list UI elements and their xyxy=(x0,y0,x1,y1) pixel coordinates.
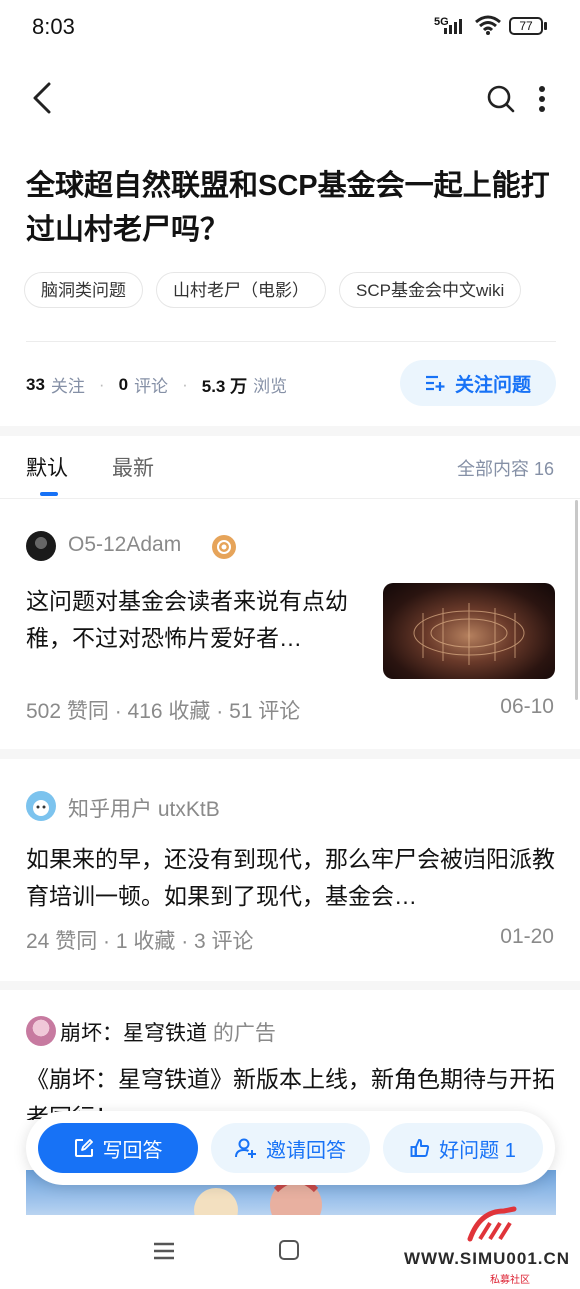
views-label: 浏览 xyxy=(253,377,288,396)
question-title: 全球超自然联盟和SCP基金会一起上能打过山村老尸吗？ xyxy=(26,170,550,246)
answer-meta: 24 赞同 · 1 收藏 · 3 评论 xyxy=(26,930,254,953)
avatar[interactable] xyxy=(26,791,56,821)
battery-icon: 77 xyxy=(509,17,543,35)
status-time: 8:03 xyxy=(32,14,75,39)
avatar[interactable] xyxy=(26,531,56,561)
watermark-sub: 私募社区 xyxy=(490,1275,530,1286)
answer-card[interactable]: 知乎用户 utxKtB 如果来的早，还没有到现代，那么牢尸会被岿阳派教育培训一顿… xyxy=(0,759,580,981)
ad-suffix: 的广告 xyxy=(212,1022,276,1045)
wifi-icon xyxy=(475,15,501,35)
scrollbar[interactable] xyxy=(575,500,578,700)
question-stats: 33 关注 · 0 评论 · 5.3 万 浏览 xyxy=(26,372,287,397)
search-button[interactable] xyxy=(484,82,518,116)
views-count: 5.3 万 xyxy=(201,377,248,396)
advertiser-avatar xyxy=(26,1016,56,1046)
badge-icon xyxy=(212,535,236,559)
action-bar: 写回答 邀请回答 好问题 1 xyxy=(26,1111,555,1185)
tab-latest[interactable]: 最新 xyxy=(112,452,154,482)
home-icon[interactable] xyxy=(279,1240,299,1260)
invite-icon xyxy=(235,1138,256,1158)
answer-excerpt[interactable]: 这问题对基金会读者来说有点幼稚，不过对恐怖片爱好者… xyxy=(26,583,366,657)
follow-list-icon xyxy=(425,375,445,391)
signal-icon xyxy=(444,19,462,34)
answer-excerpt[interactable]: 如果来的早，还没有到现代，那么牢尸会被岿阳派教育培训一顿。如果到了现代，基金会… xyxy=(26,841,556,915)
good-question-label: 好问题 1 xyxy=(439,1139,516,1162)
answer-date: 01-20 xyxy=(500,925,554,948)
comments-count[interactable]: 0 xyxy=(119,375,128,395)
write-answer-label: 写回答 xyxy=(102,1139,163,1162)
answer-date: 06-10 xyxy=(500,695,554,718)
question-header: 全球超自然联盟和SCP基金会一起上能打过山村老尸吗？ 脑洞类问题 山村老尸（电影… xyxy=(0,56,580,426)
more-button[interactable] xyxy=(530,82,554,116)
topic-tag[interactable]: SCP基金会中文wiki xyxy=(339,272,522,308)
author-name[interactable]: 知乎用户 utxKtB xyxy=(68,793,220,823)
topic-tag[interactable]: 山村老尸（电影） xyxy=(156,272,326,308)
watermark-site: WWW.SIMU001.CN xyxy=(404,1249,571,1268)
advertiser-name[interactable]: 崩坏：星穹铁道 xyxy=(60,1022,207,1045)
author-name[interactable]: O5-12Adam xyxy=(68,533,181,557)
tab-default[interactable]: 默认 xyxy=(26,452,68,482)
answer-card[interactable]: O5-12Adam 这问题对基金会读者来说有点幼稚，不过对恐怖片爱好者… 502… xyxy=(0,499,580,749)
follow-question-label: 关注问题 xyxy=(454,374,531,396)
all-content-count: 全部内容 16 xyxy=(456,459,554,479)
divider xyxy=(26,341,556,342)
write-answer-button[interactable]: 写回答 xyxy=(38,1123,198,1173)
back-button[interactable] xyxy=(26,80,58,116)
edit-icon xyxy=(74,1139,93,1157)
followers-count: 33 xyxy=(26,374,45,394)
battery-cap xyxy=(544,22,547,30)
topic-tags: 脑洞类问题 山村老尸（电影） SCP基金会中文wiki xyxy=(24,272,580,308)
answer-thumbnail[interactable] xyxy=(383,583,555,679)
answer-meta: 502 赞同 · 416 收藏 · 51 评论 xyxy=(26,700,301,723)
thumb-up-icon xyxy=(410,1139,430,1157)
separator-dot: · xyxy=(182,374,188,394)
invite-answer-label: 邀请回答 xyxy=(266,1139,346,1162)
sort-tabs: 默认 最新 全部内容 16 xyxy=(0,436,580,499)
status-bar: 8:03 5G 77 xyxy=(0,0,580,56)
good-question-button[interactable]: 好问题 1 xyxy=(383,1123,543,1173)
followers-label: 关注 xyxy=(50,377,85,396)
separator-dot: · xyxy=(98,374,105,394)
watermark-logo: WWW.SIMU001.CN 私募社区 xyxy=(400,1205,580,1289)
topic-tag[interactable]: 脑洞类问题 xyxy=(24,272,143,308)
search-icon xyxy=(487,85,515,113)
menu-icon[interactable] xyxy=(152,1241,176,1261)
ad-source: 崩坏：星穹铁道 的广告 xyxy=(60,1017,276,1047)
tab-indicator xyxy=(40,492,58,496)
back-icon xyxy=(33,82,51,114)
invite-answer-button[interactable]: 邀请回答 xyxy=(211,1123,370,1173)
comments-label[interactable]: 评论 xyxy=(134,372,168,397)
more-icon xyxy=(539,86,545,112)
follow-question-button[interactable]: 关注问题 xyxy=(400,360,556,406)
